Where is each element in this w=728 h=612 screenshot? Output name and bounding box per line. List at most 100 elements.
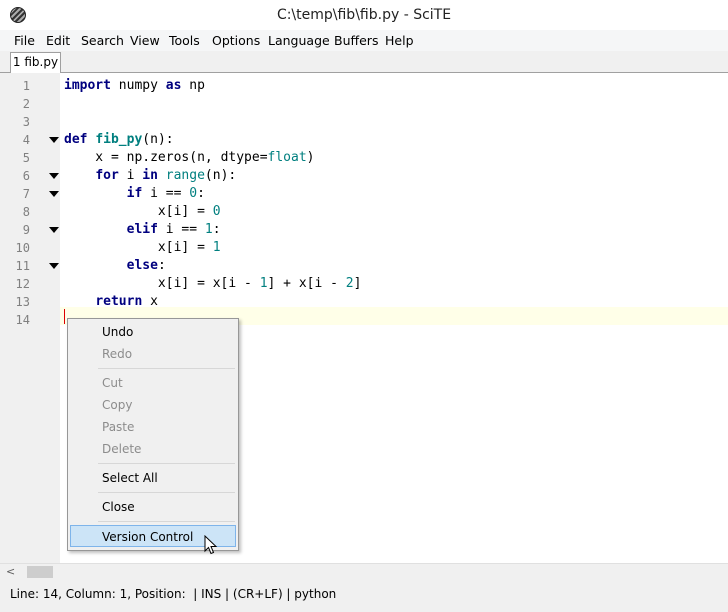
code-token: ] [353, 276, 362, 291]
code-token: ( [204, 168, 213, 183]
ctx-undo-label: Undo [102, 325, 134, 339]
code-token: i [314, 276, 331, 291]
code-token: i [157, 222, 182, 237]
code-line[interactable]: 4 def fib_py(n): [0, 131, 728, 149]
code-token: in [142, 168, 158, 183]
fold-toggle-icon[interactable] [49, 227, 59, 233]
line-number: 14 [15, 313, 30, 327]
code-token: if [126, 186, 143, 201]
code-line[interactable]: 13 return x [0, 293, 728, 311]
text-caret [64, 309, 65, 324]
code-token: elif [126, 222, 158, 237]
menu-options[interactable]: Options [212, 33, 260, 48]
ctx-close-label: Close [102, 500, 135, 514]
line-number: 4 [22, 133, 30, 147]
line-number: 3 [22, 115, 30, 129]
code-line[interactable]: 6 for i in range(n): [0, 167, 728, 185]
code-token: - [330, 276, 338, 291]
code-token: 0 [212, 204, 221, 219]
code-token: 2 [345, 276, 354, 291]
scroll-left-arrow-icon[interactable]: < [6, 565, 15, 578]
code-text: def fib_py(n): [64, 131, 174, 149]
ctx-separator [98, 368, 235, 369]
menu-edit[interactable]: Edit [46, 33, 70, 48]
tab-fib-py[interactable]: 1 fib.py [10, 52, 61, 73]
code-token: , [204, 150, 221, 165]
ctx-delete[interactable]: Delete [70, 438, 236, 460]
ctx-cut-label: Cut [102, 376, 123, 390]
horizontal-scrollbar[interactable]: < [0, 563, 728, 580]
ctx-cut[interactable]: Cut [70, 372, 236, 394]
code-token: = [259, 150, 268, 165]
ctx-select-all[interactable]: Select All [70, 467, 236, 489]
fold-toggle-icon[interactable] [49, 263, 59, 269]
code-token: x [64, 150, 111, 165]
code-token: for [95, 168, 119, 183]
ctx-delete-label: Delete [102, 442, 142, 456]
code-token: x [64, 240, 166, 255]
scrollbar-thumb[interactable] [27, 566, 53, 578]
code-line[interactable]: 7 if i == 0: [0, 185, 728, 203]
menu-buffers[interactable]: Buffers [334, 33, 378, 48]
code-line[interactable]: 2 [0, 95, 728, 113]
code-line[interactable]: 8 x[i] = 0 [0, 203, 728, 221]
menu-help[interactable]: Help [385, 33, 414, 48]
ctx-paste[interactable]: Paste [70, 416, 236, 438]
code-token: 1 [204, 222, 213, 237]
code-line[interactable]: 5 x = np.zeros(n, dtype=float) [0, 149, 728, 167]
code-token: zeros [150, 150, 190, 165]
code-line[interactable]: 11 else: [0, 257, 728, 275]
line-number: 6 [22, 169, 30, 183]
ctx-copy[interactable]: Copy [70, 394, 236, 416]
code-token: = [110, 150, 119, 165]
code-token: as [165, 78, 182, 93]
code-token: fib_py [95, 132, 143, 147]
context-menu: Undo Redo Cut Copy Paste Delete Select A… [67, 318, 239, 551]
ctx-redo[interactable]: Redo [70, 343, 236, 365]
code-token: n [212, 168, 221, 183]
ctx-copy-label: Copy [102, 398, 133, 412]
ctx-undo[interactable]: Undo [70, 321, 236, 343]
code-line[interactable]: 12 x[i] = x[i - 1] + x[i - 2] [0, 275, 728, 293]
menu-search[interactable]: Search [81, 33, 124, 48]
code-token: x [204, 276, 221, 291]
ctx-select-all-label: Select All [102, 471, 158, 485]
fold-toggle-icon[interactable] [49, 173, 59, 179]
code-line[interactable]: 3 [0, 113, 728, 131]
code-token: float [267, 150, 307, 165]
ctx-separator [98, 492, 235, 493]
code-token: = [197, 240, 205, 255]
code-token: 1 [212, 240, 221, 255]
code-token: else [126, 258, 158, 273]
fold-toggle-icon[interactable] [49, 137, 59, 143]
fold-toggle-icon[interactable] [49, 191, 59, 197]
code-line[interactable]: 10 x[i] = 1 [0, 239, 728, 257]
menu-view[interactable]: View [130, 33, 160, 48]
code-line[interactable]: 1 import numpy as np [0, 77, 728, 95]
code-token: [ [165, 240, 174, 255]
code-token: np [118, 150, 143, 165]
code-token: n [197, 150, 205, 165]
code-token: . [142, 150, 151, 165]
ctx-close[interactable]: Close [70, 496, 236, 518]
code-token: 1 [259, 276, 268, 291]
menu-language[interactable]: Language [268, 33, 330, 48]
code-token: [ [165, 276, 174, 291]
menu-tools[interactable]: Tools [169, 33, 200, 48]
line-number: 1 [22, 79, 30, 93]
title-bar: C:\temp\fib\fib.py - SciTE [0, 0, 728, 30]
code-text: for i in range(n): [64, 167, 236, 185]
code-token: : [197, 186, 205, 201]
code-line[interactable]: 9 elif i == 1: [0, 221, 728, 239]
ctx-separator [98, 521, 235, 522]
menu-file[interactable]: File [14, 33, 35, 48]
code-token: i [142, 186, 166, 201]
menu-bar: File Edit Search View Tools Options Lang… [0, 30, 728, 51]
